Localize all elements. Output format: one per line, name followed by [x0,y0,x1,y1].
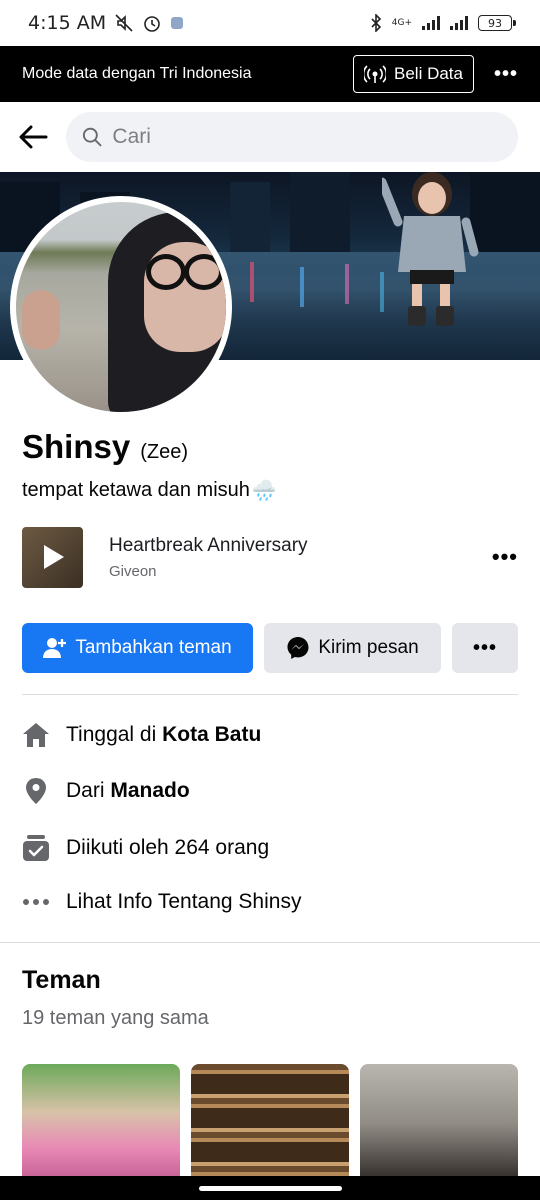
mute-icon [115,14,133,32]
search-icon [82,127,102,147]
profile-name: Shinsy [22,428,131,465]
see-about-info-link[interactable]: Lihat Info Tentang Shinsy [22,882,518,922]
music-info: Heartbreak Anniversary Giveon [109,535,308,580]
friend-card[interactable] [360,1064,518,1184]
alarm-icon [144,16,160,32]
network-type: 4G+ [391,18,412,28]
cartoon-avatar-image [382,172,479,326]
add-friend-icon [43,638,67,658]
banner-more-icon[interactable]: ••• [494,63,518,86]
buy-data-label: Beli Data [394,64,463,83]
location-pin-icon [22,777,50,805]
search-box[interactable] [66,112,518,162]
profile-photo [16,202,226,412]
status-icons [114,13,184,33]
back-arrow-icon [19,125,48,149]
lives-in-place[interactable]: Kota Batu [162,723,261,746]
see-about-info-text: Lihat Info Tentang Shinsy [66,890,302,913]
data-mode-banner: Mode data dengan Tri Indonesia Beli Data… [0,46,540,102]
data-mode-message: Mode data dengan Tri Indonesia [22,65,252,82]
profile-actions: Tambahkan teman Kirim pesan ••• [22,623,518,673]
friend-card[interactable] [22,1064,180,1184]
back-button[interactable] [16,120,50,154]
system-nav-bar [0,1176,540,1200]
detail-lives-in-text: Tinggal di Kota Batu [66,723,262,746]
ellipsis-icon [22,888,50,916]
messenger-icon [287,637,309,659]
detail-followed-text: Diikuti oleh 264 orang [66,836,270,859]
search-input[interactable] [112,125,502,149]
profile-bio-text: tempat ketawa dan misuh [22,479,250,501]
song-title: Heartbreak Anniversary [109,534,308,556]
profile-bio: tempat ketawa dan misuh 🌧️ [22,478,277,503]
rain-cloud-emoji: 🌧️ [251,480,277,502]
profile-picture[interactable] [10,196,232,418]
friends-heading[interactable]: Teman [22,966,101,995]
album-thumbnail[interactable] [22,526,83,588]
more-actions-button[interactable]: ••• [452,623,518,673]
section-divider [0,942,540,943]
app-notification-icon [171,17,184,29]
home-gesture-handle[interactable] [199,1186,342,1191]
from-place[interactable]: Manado [110,779,189,802]
divider [22,694,518,695]
friend-card[interactable] [191,1064,349,1184]
status-time: 4:15 AM [28,12,107,34]
send-message-label: Kirim pesan [318,637,419,658]
profile-music[interactable]: Heartbreak Anniversary Giveon ••• [22,526,518,588]
profile-alternate-name: (Zee) [140,441,188,463]
music-more-icon[interactable]: ••• [492,544,518,570]
song-artist: Giveon [109,562,157,580]
bluetooth-icon [371,14,381,32]
status-right: 4G+ 93 [370,14,516,32]
followers-icon [22,834,50,862]
mutual-friends-count[interactable]: 19 teman yang sama [22,1007,209,1030]
detail-lives-in: Tinggal di Kota Batu [22,715,518,755]
home-icon [22,721,50,749]
detail-from-text: Dari Manado [66,779,190,802]
add-friend-label: Tambahkan teman [75,637,232,658]
profile-name-row: Shinsy (Zee) [22,428,188,466]
send-message-button[interactable]: Kirim pesan [264,623,441,673]
friends-grid [22,1064,518,1184]
buy-data-button[interactable]: Beli Data [353,55,474,93]
signal-icon [422,16,440,30]
battery-icon: 93 [478,15,516,31]
signal-icon-2 [450,16,468,30]
broadcast-icon [364,65,386,83]
detail-followed: Diikuti oleh 264 orang [22,828,518,868]
search-header [0,102,540,172]
status-bar: 4:15 AM 4G+ 93 [0,0,540,46]
add-friend-button[interactable]: Tambahkan teman [22,623,253,673]
detail-from: Dari Manado [22,771,518,811]
play-icon [43,545,64,569]
